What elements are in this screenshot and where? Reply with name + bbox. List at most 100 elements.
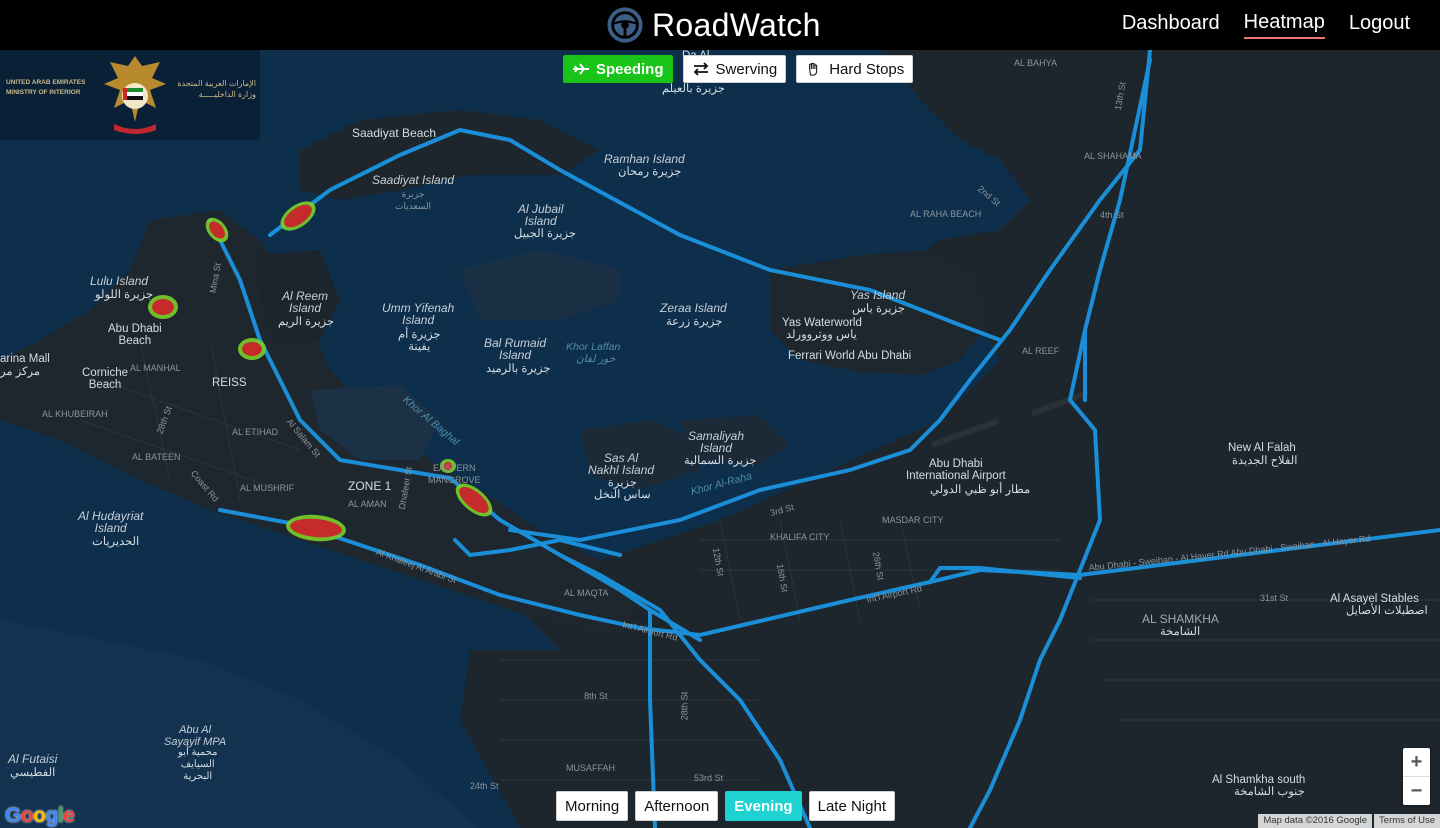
swap-arrows-icon bbox=[693, 62, 708, 76]
map-label: Saadiyat Beach bbox=[352, 126, 437, 140]
map-label: ZONE 1 bbox=[348, 479, 392, 493]
ministry-name-ar: الإمارات العربية المتحدة وزارة الداخليــ… bbox=[177, 79, 256, 99]
map-label: AL MUSHRIF bbox=[240, 483, 295, 493]
map-label: EASTERN MANGROVE bbox=[428, 463, 481, 485]
main-nav: Dashboard Heatmap Logout bbox=[1122, 0, 1410, 50]
map-label: الفطيسي bbox=[10, 767, 56, 779]
map-label: Al Hudayriat Island bbox=[78, 509, 144, 535]
map-label: Al Shamkha south bbox=[1212, 774, 1306, 786]
map-label: AL MANHAL bbox=[130, 363, 181, 373]
swerving-filter-button[interactable]: Swerving bbox=[682, 55, 787, 83]
map-label: الفلاح الجديدة bbox=[1232, 455, 1298, 467]
map-label: Al Jubail Island bbox=[518, 202, 564, 228]
top-navbar: RoadWatch Dashboard Heatmap Logout bbox=[0, 0, 1440, 50]
map-label: جزيرة السمالية bbox=[684, 455, 757, 467]
time-afternoon-button[interactable]: Afternoon bbox=[635, 791, 719, 821]
map-label: جزيرة أم يفينة bbox=[398, 329, 441, 353]
map-label: جزيرة الريم bbox=[278, 316, 335, 328]
map-attribution: Map data ©2016 Google Terms of Use bbox=[1256, 814, 1440, 828]
heat-spot bbox=[205, 217, 229, 243]
map-label: AL ETIHAD bbox=[232, 427, 279, 437]
event-type-filters: Speeding Swerving Hard Stops bbox=[563, 55, 914, 83]
map-label: REISS bbox=[212, 377, 247, 389]
map-label: Ferrari World Abu Dhabi bbox=[788, 350, 912, 362]
map-label: Corniche Beach bbox=[82, 367, 129, 391]
time-of-day-filters: Morning Afternoon Evening Late Night bbox=[556, 791, 895, 821]
brand[interactable]: RoadWatch bbox=[606, 6, 821, 44]
map-label: ياس ووتروورلد bbox=[786, 329, 857, 341]
steering-wheel-icon bbox=[607, 7, 643, 43]
time-late-night-button[interactable]: Late Night bbox=[808, 791, 895, 821]
map-label: جنوب الشامخة bbox=[1234, 786, 1305, 798]
heat-spot bbox=[286, 514, 346, 542]
map-label: Bal Rumaid Island bbox=[484, 336, 547, 362]
hard-stops-filter-button[interactable]: Hard Stops bbox=[796, 55, 914, 83]
map-label: جزيرة رمحان bbox=[618, 166, 682, 178]
heat-spot bbox=[238, 338, 266, 360]
map-zoom-control: + − bbox=[1403, 748, 1430, 805]
app-title: RoadWatch bbox=[652, 6, 821, 43]
map-label: Yas Waterworld bbox=[782, 317, 862, 329]
map-label: Lulu Island bbox=[90, 274, 149, 288]
map-label: KHALIFA CITY bbox=[770, 532, 830, 542]
map-label: 8th St bbox=[584, 691, 608, 701]
map-label: 4th St bbox=[1100, 210, 1124, 220]
zoom-in-button[interactable]: + bbox=[1403, 748, 1430, 776]
map-label: arina Mall bbox=[0, 353, 50, 365]
map-label: Al Reem Island bbox=[282, 289, 329, 315]
map-label: جزيرة ساس النخل bbox=[594, 477, 651, 501]
map-label: AL SHAMKHA bbox=[1142, 612, 1219, 626]
map-label: Al Futaisi bbox=[8, 752, 58, 766]
map-label: Abu Dhabi International Airport bbox=[906, 458, 1006, 482]
map-label: 53rd St bbox=[694, 773, 724, 783]
map-label: جزيرة ياس bbox=[852, 303, 905, 315]
google-logo[interactable]: Google bbox=[5, 804, 75, 828]
map-label: AL BATEEN bbox=[132, 452, 181, 462]
map-label: مطار أبو ظبي الدولي bbox=[930, 484, 1031, 496]
map-label: AL MAQTA bbox=[564, 588, 609, 598]
map-label: محمية أبو السيايف البحرية bbox=[178, 747, 218, 782]
map-label: MUSAFFAH bbox=[566, 763, 616, 773]
map-label: جزيرة الجبيل bbox=[514, 228, 576, 240]
speeding-filter-button[interactable]: Speeding bbox=[563, 55, 673, 83]
time-morning-button[interactable]: Morning bbox=[556, 791, 629, 821]
map-label: Sas Al Nakhl Island bbox=[588, 451, 655, 477]
map-data-credit: Map data ©2016 Google bbox=[1258, 814, 1373, 828]
map-label: AL KHUBEIRAH bbox=[42, 409, 108, 419]
map-label: New Al Falah bbox=[1228, 442, 1296, 454]
map-label: Abu Dhabi Beach bbox=[108, 323, 162, 347]
map-label: Umm Yifenah Island bbox=[382, 301, 455, 327]
map-label: AL RAHA BEACH bbox=[910, 209, 982, 219]
map-label: Zeraa Island bbox=[660, 301, 727, 315]
map-label: جزيرة زرعة bbox=[666, 316, 723, 328]
terms-of-use-link[interactable]: Terms of Use bbox=[1374, 814, 1440, 828]
map-label: Saadiyat Island bbox=[372, 173, 455, 187]
plane-icon bbox=[573, 63, 589, 75]
map-canvas[interactable]: Saadiyat Beach Saadiyat Island جزيرة الس… bbox=[0, 50, 1440, 828]
map-label: Samaliyah Island bbox=[688, 429, 745, 455]
map-label: جزيرة السعديات bbox=[395, 189, 432, 211]
map-label: Khor Laffan bbox=[566, 341, 621, 353]
map-label: Al Asayel Stables bbox=[1330, 593, 1419, 605]
map-label: AL BAHYA bbox=[1014, 58, 1058, 68]
hand-icon bbox=[809, 62, 818, 76]
map-label: Ramhan Island bbox=[604, 152, 685, 166]
map-label: الحديريات bbox=[92, 536, 140, 548]
map-label: الشامخة bbox=[1160, 626, 1201, 638]
map-label: AL AMAN bbox=[348, 499, 387, 509]
map-label: مركز مر bbox=[0, 366, 41, 378]
heat-spot bbox=[280, 201, 316, 231]
zoom-out-button[interactable]: − bbox=[1403, 777, 1430, 805]
uae-emblem-icon bbox=[104, 56, 166, 134]
time-evening-button[interactable]: Evening bbox=[725, 791, 802, 821]
map-label: AL SHAHAMA bbox=[1084, 151, 1142, 161]
map-label: جزيرة بالرميد bbox=[486, 363, 551, 375]
map-label: 31st St bbox=[1260, 593, 1289, 603]
map-label: اصطبلات الأصايل bbox=[1346, 605, 1428, 617]
nav-logout[interactable]: Logout bbox=[1349, 12, 1410, 38]
map-label: AL REEF bbox=[1022, 346, 1060, 356]
nav-heatmap[interactable]: Heatmap bbox=[1243, 11, 1325, 39]
map-label: 28th St bbox=[679, 691, 690, 721]
nav-dashboard[interactable]: Dashboard bbox=[1122, 12, 1220, 38]
ministry-logo-panel: UNITED ARAB EMIRATES MINISTRY OF INTERIO… bbox=[0, 50, 260, 140]
